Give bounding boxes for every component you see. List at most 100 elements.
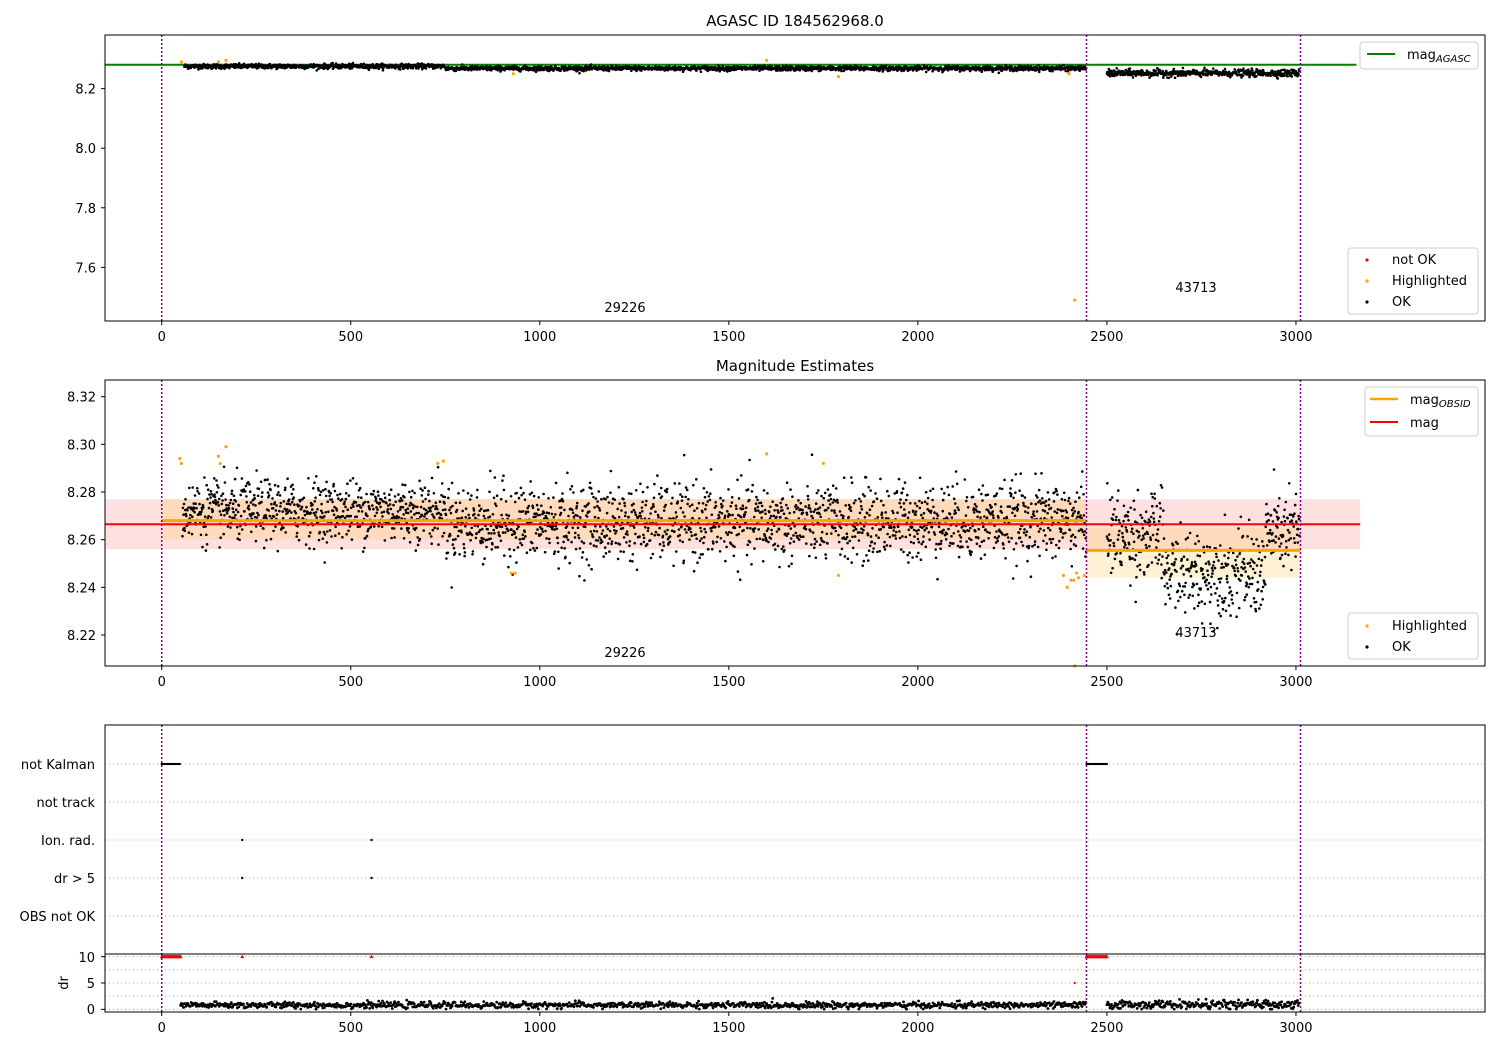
ok-point xyxy=(389,507,393,511)
ok-point xyxy=(900,491,904,495)
ok-point xyxy=(610,540,614,543)
ok-point xyxy=(852,501,856,505)
ok-point xyxy=(869,489,872,492)
ok-point xyxy=(684,495,687,499)
ok-point xyxy=(470,533,474,537)
ok-point xyxy=(773,509,776,512)
highlighted-point xyxy=(511,72,515,76)
ok-point xyxy=(279,505,282,508)
ok-point xyxy=(513,531,517,534)
ok-point xyxy=(719,537,723,540)
ok-point xyxy=(204,525,207,528)
ok-point xyxy=(731,513,734,517)
ok-point xyxy=(850,476,853,479)
ok-point xyxy=(783,548,786,552)
ok-point xyxy=(333,489,337,493)
ok-point xyxy=(232,494,236,498)
ok-point xyxy=(206,497,209,501)
ok-point xyxy=(660,516,663,520)
ok-point xyxy=(723,540,726,543)
ok-point xyxy=(344,492,348,495)
ok-point xyxy=(228,501,232,505)
ok-point xyxy=(699,530,703,533)
ok-point xyxy=(945,532,949,536)
panel1-y-ticks: 8.28.07.87.6 xyxy=(75,83,105,276)
ok-point xyxy=(746,543,749,547)
ok-point xyxy=(822,496,825,500)
ok-point xyxy=(302,496,306,500)
ok-point xyxy=(281,510,285,513)
ok-point xyxy=(729,542,733,546)
ok-point xyxy=(471,550,475,553)
ok-point xyxy=(321,511,324,515)
ok-point xyxy=(247,504,250,508)
ok-point xyxy=(395,514,399,518)
ok-point xyxy=(188,486,191,490)
ok-point xyxy=(652,505,655,508)
ok-point xyxy=(778,565,781,569)
ok-point xyxy=(214,498,217,502)
ok-point xyxy=(606,495,609,499)
ok-point xyxy=(869,535,873,538)
ok-point xyxy=(831,501,835,504)
ok-point xyxy=(193,494,197,497)
ok-point xyxy=(385,501,388,505)
ok-point xyxy=(613,498,616,502)
ok-point xyxy=(907,511,911,514)
ok-point xyxy=(797,499,800,502)
ok-point xyxy=(366,500,370,504)
ok-point xyxy=(907,561,910,564)
ok-point xyxy=(351,61,355,65)
ok-point xyxy=(401,483,404,487)
ok-point xyxy=(608,529,612,533)
ok-point xyxy=(940,539,943,543)
ok-point xyxy=(402,513,406,516)
ok-point xyxy=(582,488,585,492)
ok-point xyxy=(592,529,596,533)
ok-point xyxy=(646,529,650,533)
ok-point xyxy=(554,513,557,516)
ok-point xyxy=(917,551,920,555)
ok-point xyxy=(269,488,272,492)
ok-point xyxy=(827,499,830,502)
ok-point xyxy=(553,528,556,531)
ok-point xyxy=(723,516,726,520)
ok-point xyxy=(909,540,913,544)
ok-point xyxy=(695,537,698,540)
ok-point xyxy=(776,544,780,548)
ok-point xyxy=(607,501,611,504)
ok-point xyxy=(686,502,689,506)
ok-point xyxy=(918,506,922,510)
ok-point xyxy=(817,489,820,492)
ok-point xyxy=(617,515,621,519)
ok-point xyxy=(190,532,194,536)
legend-ok-label: OK xyxy=(1392,295,1411,310)
ok-point xyxy=(1203,66,1206,70)
ok-point xyxy=(354,501,358,504)
ok-point xyxy=(788,541,792,545)
ok-point xyxy=(187,531,191,534)
ok-point xyxy=(335,509,339,512)
ok-point xyxy=(681,540,684,544)
ok-point xyxy=(340,547,344,550)
ok-point xyxy=(536,528,539,531)
ok-point xyxy=(381,515,384,518)
ok-point xyxy=(1223,67,1227,71)
ok-point xyxy=(925,527,928,530)
ok-point xyxy=(888,535,892,539)
ok-point xyxy=(906,493,909,497)
ok-point xyxy=(708,498,712,502)
ok-point xyxy=(367,68,371,71)
ok-point xyxy=(271,497,274,500)
ok-point xyxy=(430,535,433,538)
ok-point xyxy=(563,547,566,550)
ok-point xyxy=(290,500,294,504)
ok-point xyxy=(488,490,491,494)
ok-point xyxy=(507,514,511,517)
ok-point xyxy=(757,509,760,512)
ok-point xyxy=(530,491,534,495)
ok-point xyxy=(522,537,526,540)
ok-point xyxy=(275,513,279,516)
ok-point xyxy=(941,509,945,513)
ok-point xyxy=(489,469,492,473)
